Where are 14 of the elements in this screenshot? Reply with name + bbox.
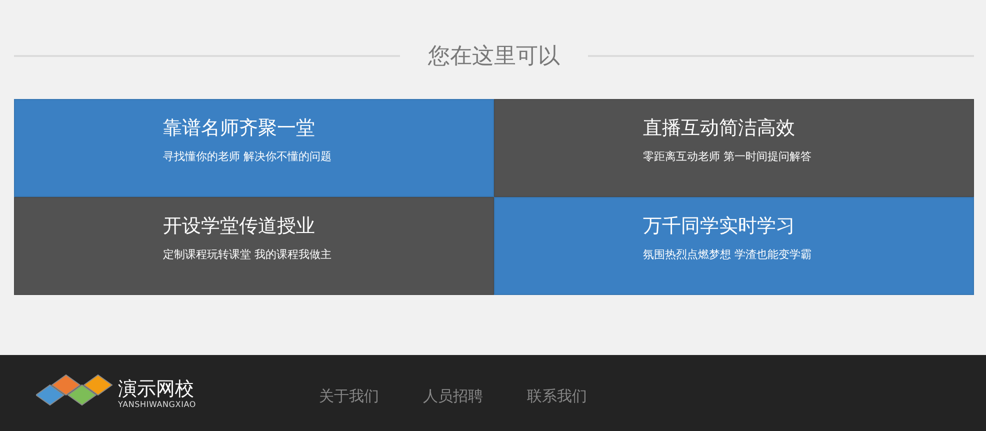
- feature-title: 万千同学实时学习: [643, 214, 796, 238]
- feature-title: 直播互动简洁高效: [643, 116, 796, 140]
- feature-subtitle: 零距离互动老师 第一时间提问解答: [643, 149, 812, 164]
- logo-name: 演示网校: [118, 378, 195, 400]
- logo-pinyin: YANSHIWANGXIAO: [118, 400, 196, 408]
- feature-title: 靠谱名师齐聚一堂: [163, 116, 316, 140]
- section-title: 您在这里可以: [428, 43, 560, 71]
- footer-link[interactable]: 人员招聘: [423, 386, 483, 406]
- footer-link[interactable]: 关于我们: [319, 386, 379, 406]
- feature-subtitle: 寻找懂你的老师 解决你不懂的问题: [163, 149, 332, 164]
- footer-link[interactable]: 联系我们: [527, 386, 587, 406]
- feature-subtitle: 定制课程玩转课堂 我的课程我做主: [163, 247, 332, 262]
- feature-title: 开设学堂传道授业: [163, 214, 316, 238]
- feature-subtitle: 氛围热烈点燃梦想 学渣也能变学霸: [643, 247, 812, 262]
